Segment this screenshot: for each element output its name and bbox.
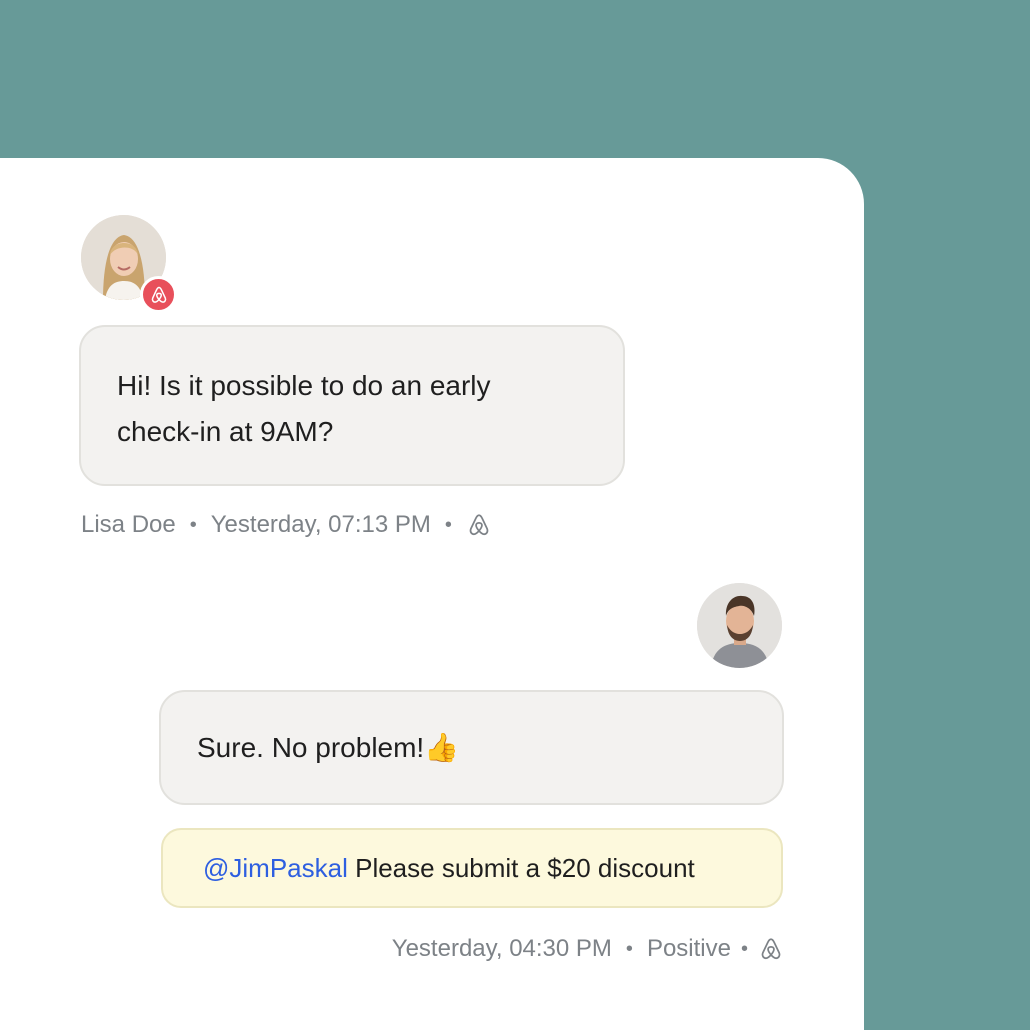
host-message-text: Sure. No problem! bbox=[197, 732, 425, 763]
airbnb-badge bbox=[140, 276, 177, 313]
internal-note: @JimPaskal Please submit a $20 discount bbox=[161, 828, 783, 908]
host-message-timestamp: Yesterday, 04:30 PM bbox=[391, 935, 612, 962]
airbnb-icon bbox=[151, 286, 166, 303]
sentiment-label: Positive bbox=[646, 935, 731, 962]
meta-separator: • bbox=[625, 937, 633, 960]
meta-separator: • bbox=[740, 937, 748, 960]
guest-message-line-1: Hi! Is it possible to do an early bbox=[117, 370, 491, 401]
airbnb-icon bbox=[469, 514, 489, 536]
internal-note-text: Please submit a $20 discount bbox=[347, 853, 695, 883]
host-avatar[interactable] bbox=[697, 583, 782, 668]
meta-separator: • bbox=[189, 513, 197, 536]
host-message-bubble: Sure. No problem!👍 bbox=[159, 690, 784, 805]
meta-separator: • bbox=[444, 513, 452, 536]
host-avatar-image bbox=[697, 583, 782, 668]
mention-link[interactable]: @JimPaskal bbox=[203, 853, 348, 883]
thumbs-up-emoji: 👍 bbox=[424, 732, 460, 763]
guest-message-timestamp: Yesterday, 07:13 PM bbox=[210, 511, 431, 538]
airbnb-icon bbox=[761, 938, 781, 960]
guest-message-line-2: check-in at 9AM? bbox=[117, 416, 334, 447]
guest-message-bubble: Hi! Is it possible to do an early check-… bbox=[79, 325, 625, 486]
guest-message-meta: Lisa Doe • Yesterday, 07:13 PM • bbox=[81, 507, 492, 543]
host-message-meta: Yesterday, 04:30 PM • Positive • bbox=[392, 931, 784, 967]
sender-name: Lisa Doe bbox=[81, 511, 176, 538]
